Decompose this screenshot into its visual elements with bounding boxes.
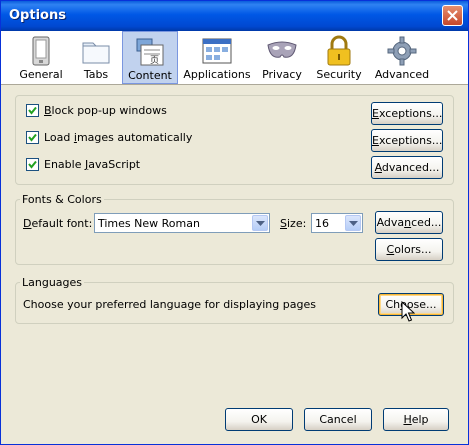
checkmark-icon <box>28 160 37 169</box>
tab-security[interactable]: Security <box>313 31 365 84</box>
mouse-cursor-icon <box>401 301 415 322</box>
svg-text:页: 页 <box>150 55 159 66</box>
default-font-select[interactable]: Times New Roman <box>94 213 270 233</box>
languages-description: Choose your preferred language for displ… <box>23 298 316 311</box>
languages-heading: Languages <box>20 276 85 289</box>
content-icon: 页 <box>136 38 164 66</box>
exceptions-popups-button[interactable]: Exceptions... <box>371 102 443 125</box>
size-label: Size: <box>280 217 307 230</box>
exceptions-images-button[interactable]: Exceptions... <box>371 129 443 152</box>
tab-general-label: General <box>19 68 63 81</box>
applications-icon <box>202 38 232 64</box>
close-icon <box>447 10 458 21</box>
ok-button[interactable]: OK <box>225 408 293 431</box>
colors-button[interactable]: Colors... <box>375 238 443 261</box>
checkmark-icon <box>28 106 37 115</box>
tab-content-label: Content <box>128 69 172 82</box>
chevron-down-icon[interactable] <box>252 215 268 231</box>
tab-applications[interactable]: Applications <box>183 31 251 84</box>
chevron-down-icon[interactable] <box>345 215 361 231</box>
tab-general[interactable]: General <box>12 31 70 84</box>
load-images-label: Load images automatically <box>44 131 193 144</box>
enable-javascript-label: Enable JavaScript <box>44 158 141 171</box>
default-font-value: Times New Roman <box>98 217 200 230</box>
title-bar[interactable]: Options <box>1 1 468 31</box>
tab-privacy-label: Privacy <box>262 68 302 81</box>
load-images-checkbox[interactable] <box>26 131 39 144</box>
font-size-value: 16 <box>315 217 329 230</box>
checkmark-icon <box>28 133 37 142</box>
tab-advanced[interactable]: Advanced <box>371 31 433 84</box>
default-font-label: Default font: <box>23 217 93 230</box>
tab-tabs-label: Tabs <box>83 68 109 81</box>
tab-advanced-label: Advanced <box>374 68 430 81</box>
security-icon <box>327 35 351 66</box>
font-size-select[interactable]: 16 <box>311 213 363 233</box>
preferences-toolbar: General Tabs 页 Content Applications Priv… <box>1 31 468 85</box>
tab-tabs[interactable]: Tabs <box>70 31 122 84</box>
close-button[interactable] <box>442 5 463 26</box>
advanced-icon <box>387 36 417 66</box>
javascript-advanced-button[interactable]: Advanced... <box>371 156 443 179</box>
tab-security-label: Security <box>316 68 362 81</box>
help-button[interactable]: Help <box>383 408 449 431</box>
enable-javascript-checkbox[interactable] <box>26 158 39 171</box>
options-window: Options General Tabs 页 Content Applicati… <box>0 0 469 445</box>
tab-content[interactable]: 页 Content <box>122 31 178 84</box>
tab-privacy[interactable]: Privacy <box>258 31 306 84</box>
cancel-button[interactable]: Cancel <box>304 408 372 431</box>
privacy-icon <box>267 41 297 58</box>
tabs-icon <box>82 42 110 64</box>
general-icon <box>32 36 50 66</box>
tab-applications-label: Applications <box>183 68 251 81</box>
block-popups-checkbox[interactable] <box>26 104 39 117</box>
block-popups-label: Block pop-up windows <box>44 104 167 117</box>
fonts-advanced-button[interactable]: Advanced... <box>375 211 443 234</box>
fonts-colors-heading: Fonts & Colors <box>20 193 104 206</box>
window-title: Options <box>9 8 66 23</box>
